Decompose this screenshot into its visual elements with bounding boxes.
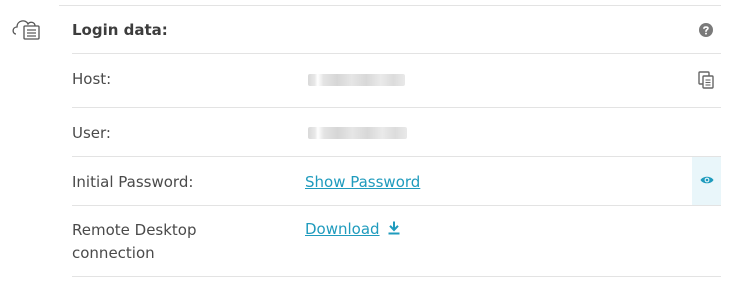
- login-data-panel: Login data: Host: User: Initial Password…: [59, 0, 721, 281]
- download-rdp-link[interactable]: Download: [305, 220, 380, 238]
- toggle-password-visibility-button[interactable]: [692, 157, 721, 205]
- host-value-redacted: [308, 74, 405, 86]
- download-icon[interactable]: [388, 221, 400, 235]
- question-circle-icon[interactable]: [699, 23, 713, 37]
- initial-password-row: Initial Password: Show Password: [72, 157, 721, 206]
- eye-icon: [700, 176, 714, 184]
- user-label: User:: [72, 124, 111, 142]
- host-label: Host:: [72, 70, 112, 88]
- initial-password-label: Initial Password:: [72, 173, 194, 191]
- login-data-header: Login data:: [72, 6, 721, 54]
- download-rdp-link-wrapper[interactable]: Download: [305, 218, 400, 241]
- remote-desktop-label: Remote Desktop connection: [72, 221, 197, 262]
- section-title: Login data:: [72, 21, 168, 39]
- user-value-redacted: [308, 127, 407, 139]
- show-password-link[interactable]: Show Password: [305, 171, 420, 194]
- host-row: Host:: [72, 54, 721, 108]
- copy-icon[interactable]: [698, 71, 714, 89]
- user-row: User:: [72, 108, 721, 157]
- remote-desktop-row: Remote Desktop connection Download: [72, 206, 721, 277]
- cloud-server-icon: [12, 20, 40, 40]
